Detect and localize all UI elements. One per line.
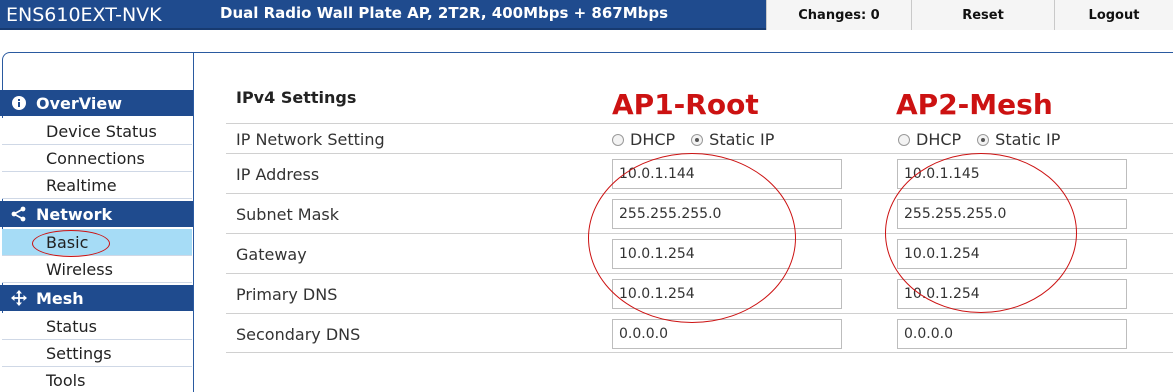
ap2-gateway-input[interactable]: 10.0.1.254	[897, 239, 1127, 269]
row-gateway: Gateway 10.0.1.254 10.0.1.254	[226, 233, 1173, 273]
sidebar-item-realtime[interactable]: Realtime	[2, 172, 192, 199]
row-label: IP Address	[236, 165, 320, 184]
ap2-primary-dns-input[interactable]: 10.0.1.254	[897, 279, 1127, 309]
sidebar-item-label: Status	[46, 316, 97, 336]
sidebar-section-label: Network	[36, 204, 113, 224]
logout-button[interactable]: Logout	[1054, 0, 1173, 30]
sidebar-section-overview[interactable]: OverView	[0, 90, 193, 116]
sidebar-item-label: Tools	[46, 370, 86, 390]
ap1-annotation-label: AP1-Root	[612, 88, 759, 121]
row-subnet-mask: Subnet Mask 255.255.255.0 255.255.255.0	[226, 193, 1173, 233]
row-label: Primary DNS	[236, 285, 338, 304]
sidebar-item-label: Connections	[46, 148, 145, 168]
sidebar-item-settings[interactable]: Settings	[2, 340, 192, 367]
row-ip-address: IP Address 10.0.1.144 10.0.1.145	[226, 153, 1173, 193]
ap2-subnet-mask-input[interactable]: 255.255.255.0	[897, 199, 1127, 229]
sidebar-item-label: Wireless	[46, 259, 113, 279]
row-label: Gateway	[236, 245, 307, 264]
info-icon	[10, 94, 28, 112]
ap2-static-ip-radio[interactable]	[977, 133, 990, 146]
changes-button[interactable]: Changes: 0	[766, 0, 911, 30]
sidebar-item-label: Settings	[46, 343, 112, 363]
sidebar-item-label: Realtime	[46, 175, 117, 195]
sidebar-item-basic[interactable]: Basic	[2, 229, 192, 256]
ap1-gateway-input[interactable]: 10.0.1.254	[612, 239, 842, 269]
model-description: Dual Radio Wall Plate AP, 2T2R, 400Mbps …	[220, 4, 669, 22]
sidebar-item-status[interactable]: Status	[2, 313, 192, 340]
ap1-subnet-mask-input[interactable]: 255.255.255.0	[612, 199, 842, 229]
ap2-ip-mode-radio-group: DHCP Static IP	[898, 130, 1076, 149]
ap1-dhcp-radio[interactable]	[612, 133, 624, 146]
row-label: Secondary DNS	[236, 325, 361, 344]
ap2-annotation-label: AP2-Mesh	[896, 88, 1053, 121]
ap1-ip-mode-radio-group: DHCP Static IP	[612, 130, 790, 149]
radio-label[interactable]: DHCP	[630, 130, 675, 149]
radio-label[interactable]: DHCP	[916, 130, 961, 149]
ap2-dhcp-radio[interactable]	[898, 133, 910, 146]
row-ip-network-setting: IP Network Setting DHCP Static IP DHCP S…	[226, 123, 1173, 153]
sidebar-item-connections[interactable]: Connections	[2, 145, 192, 172]
reset-button[interactable]: Reset	[911, 0, 1054, 30]
sidebar-item-label: Basic	[46, 232, 89, 252]
ap1-secondary-dns-input[interactable]: 0.0.0.0	[612, 319, 842, 349]
sidebar-section-label: OverView	[36, 93, 122, 113]
move-icon	[10, 289, 28, 307]
row-label: IP Network Setting	[236, 130, 385, 149]
sidebar-item-device-status[interactable]: Device Status	[2, 118, 192, 145]
ap2-ip-address-input[interactable]: 10.0.1.145	[897, 159, 1127, 189]
sidebar-item-tools[interactable]: Tools	[2, 367, 192, 392]
sidebar-section-mesh[interactable]: Mesh	[0, 285, 193, 311]
ap1-primary-dns-input[interactable]: 10.0.1.254	[612, 279, 842, 309]
share-icon	[10, 205, 28, 223]
sidebar-item-wireless[interactable]: Wireless	[2, 256, 192, 283]
radio-label[interactable]: Static IP	[709, 130, 774, 149]
row-secondary-dns: Secondary DNS 0.0.0.0 0.0.0.0	[226, 313, 1173, 353]
brand-name: ENS610EXT-NVK	[6, 4, 162, 26]
ap2-secondary-dns-input[interactable]: 0.0.0.0	[897, 319, 1127, 349]
ap1-static-ip-radio[interactable]	[691, 133, 704, 146]
sidebar-item-label: Device Status	[46, 121, 157, 141]
sidebar-section-network[interactable]: Network	[0, 201, 193, 227]
radio-label[interactable]: Static IP	[995, 130, 1060, 149]
section-title: IPv4 Settings	[236, 88, 357, 107]
row-primary-dns: Primary DNS 10.0.1.254 10.0.1.254	[226, 273, 1173, 313]
sidebar-section-label: Mesh	[36, 288, 84, 308]
top-bar: ENS610EXT-NVK Dual Radio Wall Plate AP, …	[0, 0, 1173, 30]
row-label: Subnet Mask	[236, 205, 340, 224]
ap1-ip-address-input[interactable]: 10.0.1.144	[612, 159, 842, 189]
